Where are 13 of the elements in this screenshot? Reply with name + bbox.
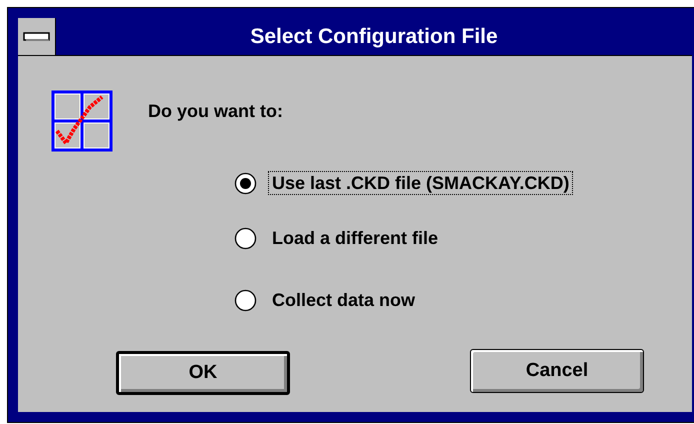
option-label[interactable]: Use last .CKD file (SMACKAY.CKD) bbox=[268, 171, 574, 195]
dialog-button[interactable]: OK bbox=[116, 351, 290, 395]
option-label[interactable]: Collect data now bbox=[268, 288, 420, 312]
radio-button[interactable] bbox=[234, 226, 257, 250]
dialog-button[interactable]: Cancel bbox=[470, 349, 644, 393]
system-menu-icon bbox=[23, 32, 50, 41]
window-title: Select Configuration File bbox=[250, 24, 498, 50]
checklist-icon bbox=[50, 89, 114, 153]
radio-button[interactable] bbox=[234, 288, 257, 312]
radio-button[interactable] bbox=[234, 172, 257, 194]
system-menu-button[interactable] bbox=[18, 18, 56, 55]
prompt-text: Do you want to: bbox=[148, 101, 283, 122]
option-label[interactable]: Load a different file bbox=[268, 226, 442, 250]
